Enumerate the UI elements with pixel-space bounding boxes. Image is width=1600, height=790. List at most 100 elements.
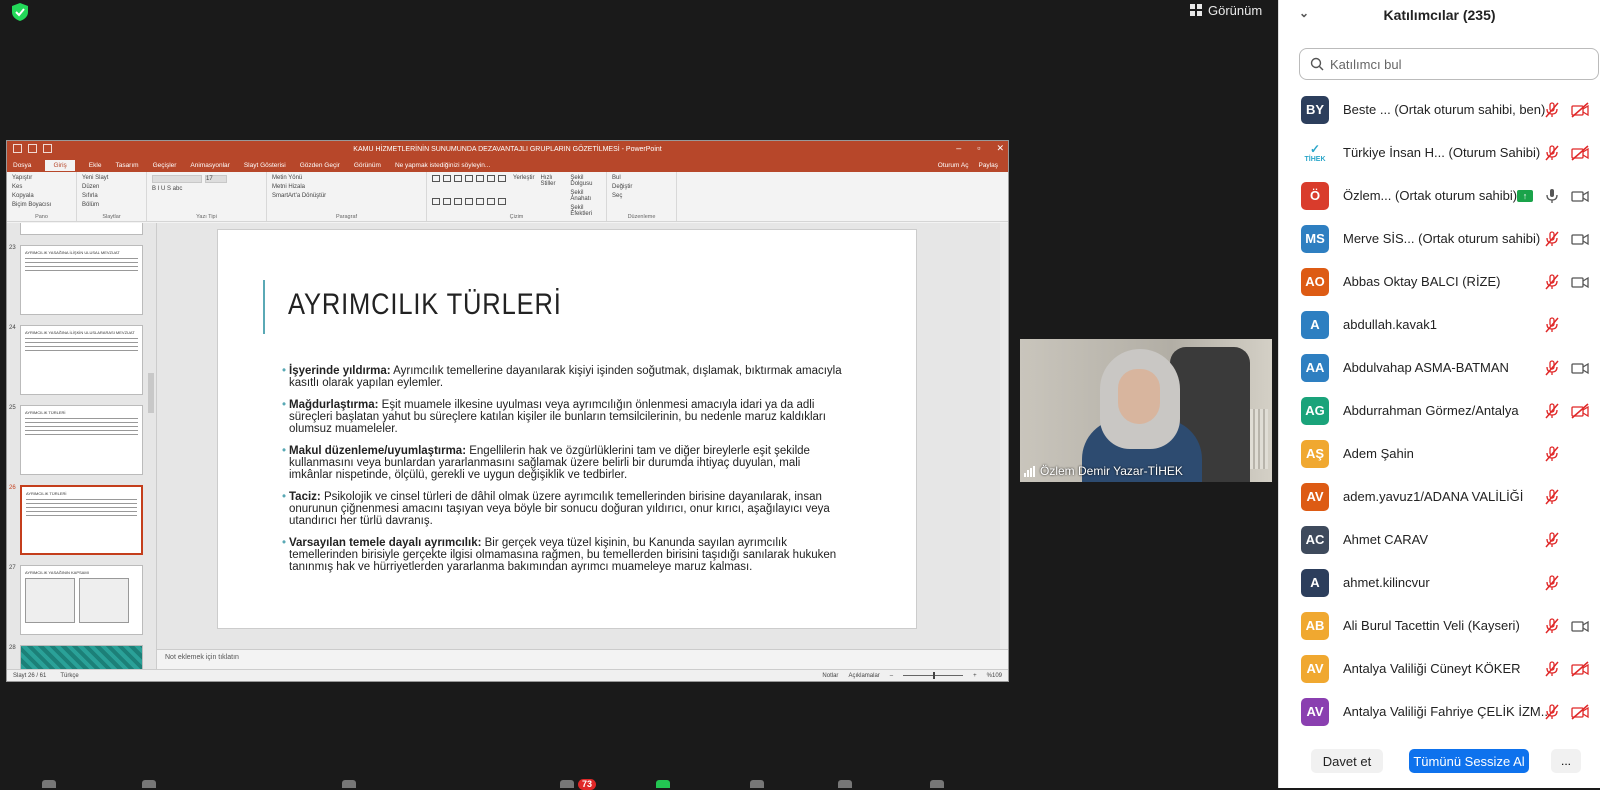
participant-row[interactable]: AG Abdurrahman Görmez/Antalya [1279, 389, 1600, 432]
current-slide[interactable]: AYRIMCILIK TÜRLERİ İşyerinde yıldırma: A… [217, 229, 917, 629]
slide-thumbnails-pane[interactable]: 23 AYRIMCILIK YASAĞINA İLİŞKİN ULUSAL ME… [7, 223, 157, 669]
mic-muted-icon[interactable] [1543, 273, 1561, 290]
mic-muted-icon[interactable] [1543, 660, 1561, 677]
close-icon[interactable]: ✕ [996, 143, 1004, 154]
smartart-button[interactable]: SmartArt'a Dönüştür [272, 193, 421, 199]
video-icon[interactable] [142, 780, 156, 788]
participant-row[interactable]: AC Ahmet CARAV [1279, 518, 1600, 561]
participant-row[interactable]: AV Antalya Valiliği Cüneyt KÖKER [1279, 647, 1600, 690]
camera-off-icon[interactable] [1571, 660, 1589, 677]
shared-powerpoint-window[interactable]: KAMU HİZMETLERİNİN SUNUMUNDA DEZAVANTAJL… [6, 140, 1009, 682]
tab-file[interactable]: Dosya [13, 162, 31, 169]
comments-button[interactable]: Açıklamalar [848, 673, 879, 679]
arrange-button[interactable]: Yerleştir [513, 175, 534, 218]
share-link[interactable]: Paylaş [978, 162, 998, 169]
format-painter-button[interactable]: Biçim Boyacısı [12, 202, 71, 208]
reactions-icon[interactable] [930, 780, 944, 788]
camera-on-icon[interactable] [1571, 274, 1589, 290]
tab-design[interactable]: Tasarım [115, 162, 138, 169]
camera-off-icon[interactable] [1571, 101, 1589, 118]
section-button[interactable]: Bölüm [82, 202, 141, 208]
participant-row[interactable]: AV Antalya Valiliği Fahriye ÇELİK İZM... [1279, 690, 1600, 733]
security-shield-icon[interactable] [10, 2, 30, 22]
camera-on-icon[interactable] [1571, 231, 1589, 247]
share-screen-icon[interactable] [656, 780, 670, 788]
participant-search-input[interactable] [1330, 56, 1580, 72]
shape-fill-button[interactable]: Şekil Dolgusu [570, 175, 601, 187]
tab-home[interactable]: Giriş [45, 159, 75, 171]
minimize-icon[interactable]: – [956, 143, 961, 154]
mic-muted-icon[interactable] [1543, 574, 1561, 591]
participant-row[interactable]: AV adem.yavuz1/ADANA VALİLİĞİ [1279, 475, 1600, 518]
replace-button[interactable]: Değiştir [612, 184, 671, 190]
invite-button[interactable]: Davet et [1311, 749, 1383, 773]
text-direction-button[interactable]: Metin Yönü [272, 175, 421, 181]
tab-insert[interactable]: Ekle [89, 162, 102, 169]
slide-thumbnail[interactable]: AYRIMCILIK YASAĞININ KAPSAMI [20, 565, 143, 635]
slide-thumbnail[interactable] [20, 223, 143, 235]
view-button[interactable]: Görünüm [1190, 0, 1262, 20]
undo-icon[interactable] [28, 144, 37, 153]
zoom-slider[interactable] [903, 672, 964, 679]
font-name-box[interactable] [152, 175, 202, 183]
mic-muted-icon[interactable] [1543, 359, 1561, 376]
tell-me-box[interactable]: Ne yapmak istediğinizi söyleyin... [395, 162, 490, 169]
participant-row[interactable]: BY Beste ... (Ortak oturum sahibi, ben) [1279, 88, 1600, 131]
maximize-icon[interactable]: ▫ [977, 143, 980, 154]
sign-in-link[interactable]: Oturum Aç [938, 162, 969, 169]
zoom-level[interactable]: %109 [987, 673, 1002, 679]
mic-muted-icon[interactable] [1543, 101, 1561, 118]
camera-off-icon[interactable] [1571, 402, 1589, 419]
paste-button[interactable]: Yapıştır [12, 175, 71, 181]
camera-off-icon[interactable] [1571, 703, 1589, 720]
camera-on-icon[interactable] [1571, 360, 1589, 376]
mic-muted-icon[interactable] [1543, 703, 1561, 720]
camera-off-icon[interactable] [1571, 144, 1589, 161]
mic-muted-icon[interactable] [1543, 445, 1561, 462]
camera-on-icon[interactable] [1571, 618, 1589, 634]
speaker-video-tile[interactable]: Özlem Demir Yazar-TİHEK [1020, 339, 1272, 482]
participant-row[interactable]: MS Merve SİS... (Ortak oturum sahibi) [1279, 217, 1600, 260]
camera-on-icon[interactable] [1571, 188, 1589, 204]
mic-on-icon[interactable] [1543, 188, 1561, 204]
slide-thumbnail[interactable]: AYRIMCILIK YASAĞINA İLİŞKİN ULUSAL MEVZU… [20, 245, 143, 315]
copy-button[interactable]: Kopyala [12, 193, 71, 199]
slide-thumbnail[interactable] [20, 645, 143, 669]
shape-outline-button[interactable]: Şekil Anahatı [570, 190, 601, 202]
participant-row[interactable]: ✓ TİHEK Türkiye İnsan H... (Oturum Sahibi) [1279, 131, 1600, 174]
save-icon[interactable] [13, 144, 22, 153]
participant-row[interactable]: AB Ali Burul Tacettin Veli (Kayseri) [1279, 604, 1600, 647]
mute-icon[interactable] [42, 780, 56, 788]
tab-transitions[interactable]: Geçişler [153, 162, 177, 169]
tab-review[interactable]: Gözden Geçir [300, 162, 340, 169]
record-icon[interactable] [750, 780, 764, 788]
font-size-box[interactable]: 17 [205, 175, 227, 183]
find-button[interactable]: Bul [612, 175, 671, 181]
participants-icon[interactable] [560, 780, 574, 788]
apps-icon[interactable] [838, 780, 852, 788]
participant-row[interactable]: Aahmet.kilincvur [1279, 561, 1600, 604]
layout-button[interactable]: Düzen [82, 184, 141, 190]
thumbnail-scrollbar[interactable] [148, 373, 154, 413]
cut-button[interactable]: Kes [12, 184, 71, 190]
participant-row[interactable]: AO Abbas Oktay BALCI (RİZE) [1279, 260, 1600, 303]
slide-thumbnail[interactable]: AYRIMCILIK TÜRLERİ [20, 405, 143, 475]
tab-view[interactable]: Görünüm [354, 162, 381, 169]
slide-scrollbar[interactable] [1000, 223, 1008, 649]
font-style-buttons[interactable]: B I U S abc [152, 186, 261, 192]
participant-row[interactable]: Aabdullah.kavak1 [1279, 303, 1600, 346]
select-button[interactable]: Seç [612, 193, 671, 199]
tab-slideshow[interactable]: Slayt Gösterisi [244, 162, 286, 169]
mic-muted-icon[interactable] [1543, 316, 1561, 333]
mic-muted-icon[interactable] [1543, 144, 1561, 161]
notes-pane[interactable]: Not eklemek için tıklatın [157, 649, 1008, 669]
redo-icon[interactable] [43, 144, 52, 153]
more-button[interactable]: ... [1551, 749, 1581, 773]
zoom-in-button[interactable]: + [973, 673, 977, 679]
slide-thumbnail-selected[interactable]: AYRIMCILIK TÜRLERİ [20, 485, 143, 555]
quick-styles-button[interactable]: Hızlı Stiller [540, 175, 564, 218]
participant-row[interactable]: AŞ Adem Şahin [1279, 432, 1600, 475]
mic-muted-icon[interactable] [1543, 230, 1561, 247]
security-icon[interactable] [342, 780, 356, 788]
slide-thumbnail[interactable]: AYRIMCILIK YASAĞINA İLİŞKİN ULUSLARARASI… [20, 325, 143, 395]
